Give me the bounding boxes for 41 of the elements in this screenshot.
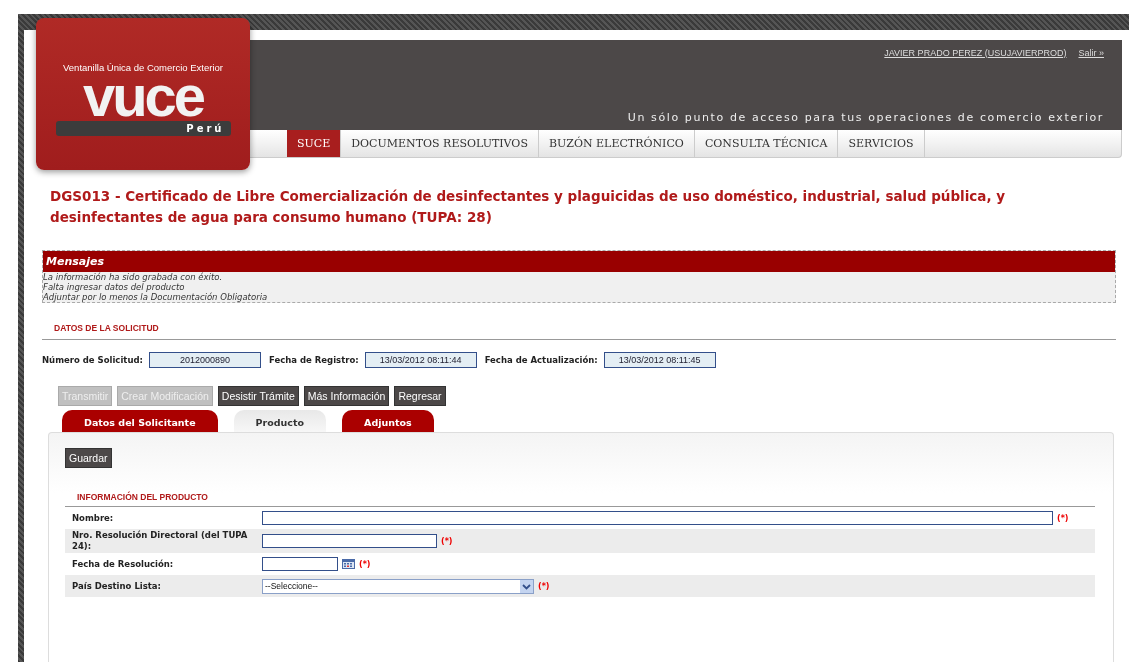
field-label: Número de Solicitud: bbox=[42, 355, 143, 365]
required-mark: (*) bbox=[538, 581, 550, 591]
section-title: INFORMACIÓN DEL PRODUCTO bbox=[65, 468, 1095, 507]
user-link[interactable]: JAVIER PRADO PEREZ (USUJAVIERPROD) bbox=[884, 48, 1067, 58]
action-button[interactable]: Más Información bbox=[303, 386, 390, 406]
field-label: Fecha de Resolución: bbox=[72, 558, 175, 570]
section-title: DATOS DE LA SOLICITUD bbox=[42, 303, 1116, 340]
messages-title: Mensajes bbox=[43, 251, 1115, 272]
action-button[interactable]: Regresar bbox=[394, 386, 446, 406]
calendar-icon[interactable] bbox=[342, 559, 355, 569]
slogan: Un sólo punto de acceso para tus operaciones de comercio exterior bbox=[627, 111, 1104, 124]
nav-item[interactable]: CONSULTA TÉCNICA bbox=[694, 130, 839, 157]
tab[interactable]: Producto bbox=[233, 410, 327, 432]
field-label: Nro. Resolución Directoral (del TUPA 24): bbox=[72, 530, 249, 552]
tab[interactable]: Adjuntos bbox=[342, 410, 434, 432]
logout-link[interactable]: Salir » bbox=[1078, 48, 1104, 58]
date-input[interactable] bbox=[262, 557, 338, 571]
field-label: País Destino Lista: bbox=[72, 580, 162, 592]
nav-item[interactable]: SERVICIOS bbox=[838, 130, 925, 157]
required-mark: (*) bbox=[1057, 513, 1069, 523]
readonly-field: 2012000890 bbox=[148, 352, 261, 368]
tab[interactable]: Datos del Solicitante bbox=[62, 410, 218, 432]
field-label: Fecha de Actualización: bbox=[484, 355, 598, 365]
country-dropdown[interactable]: --Seleccione-- bbox=[262, 578, 534, 594]
field-label: Fecha de Registro: bbox=[268, 355, 359, 365]
required-mark: (*) bbox=[441, 536, 453, 546]
field-label: Nombre: bbox=[72, 512, 115, 524]
message-line: Adjuntar por lo menos la Documentación Obligatoria bbox=[43, 292, 269, 302]
nav-item[interactable]: DOCUMENTOS RESOLUTIVOS bbox=[341, 130, 539, 157]
text-input[interactable] bbox=[262, 534, 437, 548]
save-button[interactable]: Guardar bbox=[65, 448, 112, 468]
required-mark: (*) bbox=[359, 559, 371, 569]
nav-item[interactable]: BUZÓN ELECTRÓNICO bbox=[538, 130, 695, 157]
readonly-field: 13/03/2012 08:11:45 bbox=[603, 352, 716, 368]
action-button[interactable]: Desistir Trámite bbox=[217, 386, 299, 406]
readonly-field: 13/03/2012 08:11:44 bbox=[364, 352, 477, 368]
message-line: Falta ingresar datos del producto bbox=[43, 282, 186, 292]
page-title: DGS013 - Certificado de Libre Comercialización de desinfectantes y plaguicidas de uso doméstico, industrial, salud pública, y desinfectantes de agua para consumo humano (TUPA: 28) bbox=[50, 187, 1007, 227]
message-line: La información ha sido grabada con éxito. bbox=[43, 272, 224, 282]
text-input[interactable] bbox=[262, 511, 1053, 525]
nav-item[interactable]: SUCE bbox=[287, 130, 342, 157]
